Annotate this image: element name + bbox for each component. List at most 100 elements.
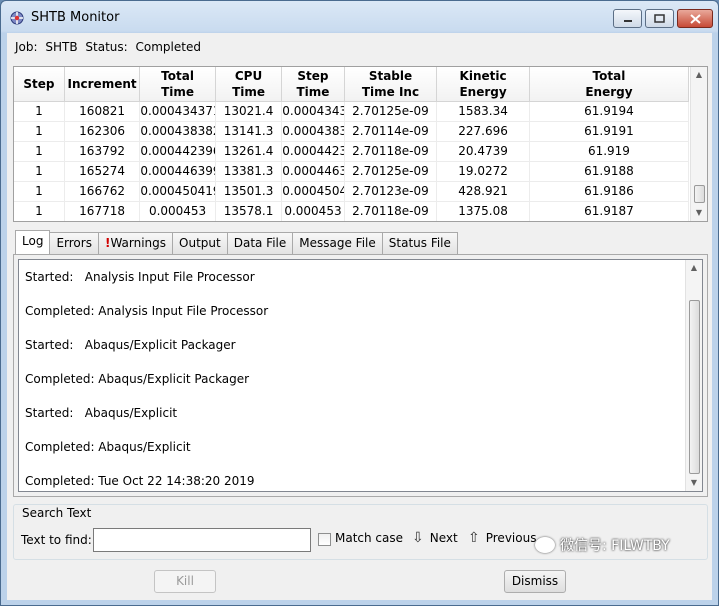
scroll-down-arrow-icon[interactable]: ▼ xyxy=(691,205,707,221)
status-label: Status: xyxy=(85,40,128,54)
match-case-label[interactable]: Match case xyxy=(335,531,403,545)
cell-step-time: 0.000434371 xyxy=(281,101,345,122)
log-panel: Started: Analysis Input File Processor C… xyxy=(13,254,708,497)
scroll-up-arrow-icon[interactable]: ▲ xyxy=(691,67,707,83)
column-header[interactable]: Kinetic Energy xyxy=(436,67,530,102)
cell-step: 1 xyxy=(14,121,65,142)
text-to-find-input[interactable] xyxy=(93,528,311,552)
log-line: Started: Analysis Input File Processor xyxy=(25,270,255,284)
cell-step-time: 0.000442396 xyxy=(281,141,345,162)
title-bar[interactable]: SHTB Monitor xyxy=(1,1,718,33)
table-row[interactable]: 1 166762 0.000450419 13501.3 0.000450419… xyxy=(14,181,690,202)
tab-log-label: Log xyxy=(22,234,44,248)
text-to-find-label: Text to find: xyxy=(21,533,92,547)
cell-step: 1 xyxy=(14,161,65,182)
cell-cpu-time: 13261.4 xyxy=(215,141,283,162)
maximize-icon xyxy=(654,14,665,23)
minimize-button[interactable] xyxy=(613,9,642,28)
increment-table[interactable]: Step Increment Total Time CPU Time Step Tim… xyxy=(13,66,708,222)
tab-output[interactable]: Output xyxy=(172,232,228,254)
tab-errors[interactable]: Errors xyxy=(49,232,99,254)
cell-stable-time-inc: 2.70123e-09 xyxy=(344,181,438,202)
column-header[interactable]: Step Time xyxy=(281,67,345,102)
window-title: SHTB Monitor xyxy=(31,10,120,25)
column-header[interactable]: Stable Time Inc xyxy=(344,67,438,102)
cell-stable-time-inc: 2.70118e-09 xyxy=(344,201,438,221)
table-row[interactable]: 1 167718 0.000453 13578.1 0.000453 2.701… xyxy=(14,201,690,221)
column-header[interactable]: Step xyxy=(14,67,65,102)
table-row[interactable]: 1 162306 0.000438382 13141.3 0.000438382… xyxy=(14,121,690,142)
cell-step-time: 0.000450419 xyxy=(281,181,345,202)
wechat-icon xyxy=(535,537,555,553)
column-header[interactable]: CPU Time xyxy=(215,67,283,102)
monitor-window: SHTB Monitor Job: SHTB Status: Completed xyxy=(0,0,719,606)
tab-warnings-label: Warnings xyxy=(110,236,167,250)
cell-step-time: 0.000438382 xyxy=(281,121,345,142)
tab-message-file[interactable]: Message File xyxy=(292,232,383,254)
job-label: Job: xyxy=(15,40,38,54)
previous-button[interactable]: ⇧ Previous xyxy=(468,530,536,546)
tab-log[interactable]: Log xyxy=(15,230,51,254)
tab-data-file-label: Data File xyxy=(233,236,287,250)
tab-data-file[interactable]: Data File xyxy=(226,232,294,254)
previous-label: Previous xyxy=(485,531,537,545)
match-case-checkbox[interactable] xyxy=(318,533,331,546)
cell-total-time: 0.000446399 xyxy=(139,161,216,182)
cell-cpu-time: 13578.1 xyxy=(215,201,283,221)
cell-increment: 165274 xyxy=(64,161,141,182)
next-label: Next xyxy=(429,531,458,545)
tab-status-file-label: Status File xyxy=(388,236,451,250)
cell-kinetic-energy: 227.696 xyxy=(436,121,530,142)
table-scrollbar[interactable]: ▲ ▼ xyxy=(690,67,707,221)
arrow-up-icon: ⇧ xyxy=(468,530,480,546)
arrow-down-icon: ⇩ xyxy=(412,530,424,546)
watermark-overlay: 微信号: FILWTBY xyxy=(535,535,670,555)
client-area: Job: SHTB Status: Completed Step Increme… xyxy=(7,33,712,600)
column-header[interactable]: Increment xyxy=(64,67,141,102)
next-button[interactable]: ⇩ Next xyxy=(412,530,458,546)
log-line: Completed: Abaqus/Explicit Packager xyxy=(25,372,250,386)
cell-stable-time-inc: 2.70114e-09 xyxy=(344,121,438,142)
cell-cpu-time: 13501.3 xyxy=(215,181,283,202)
scroll-down-arrow-icon[interactable]: ▼ xyxy=(686,475,702,491)
cell-total-energy: 61.9186 xyxy=(529,181,690,202)
log-line: Completed: Tue Oct 22 14:38:20 2019 xyxy=(25,474,255,488)
tab-message-file-label: Message File xyxy=(299,236,376,250)
cell-increment: 166762 xyxy=(64,181,141,202)
cell-kinetic-energy: 20.4739 xyxy=(436,141,530,162)
cell-stable-time-inc: 2.70125e-09 xyxy=(344,101,438,122)
log-line: Started: Abaqus/Explicit Packager xyxy=(25,338,236,352)
table-row[interactable]: 1 160821 0.000434371 13021.4 0.000434371… xyxy=(14,101,690,122)
dismiss-button[interactable]: Dismiss xyxy=(504,570,566,593)
log-line: Started: Abaqus/Explicit xyxy=(25,406,178,420)
log-line: Completed: Abaqus/Explicit xyxy=(25,440,191,454)
tab-warnings[interactable]: !Warnings xyxy=(97,232,174,254)
cell-total-time: 0.000438382 xyxy=(139,121,216,142)
table-row[interactable]: 1 165274 0.000446399 13381.3 0.000446399… xyxy=(14,161,690,182)
cell-kinetic-energy: 428.921 xyxy=(436,181,530,202)
cell-increment: 163792 xyxy=(64,141,141,162)
cell-kinetic-energy: 1375.08 xyxy=(436,201,530,221)
scroll-thumb[interactable] xyxy=(694,185,705,203)
cell-increment: 160821 xyxy=(64,101,141,122)
column-header[interactable]: Total Energy xyxy=(529,67,690,102)
scroll-thumb[interactable] xyxy=(689,300,700,474)
cell-total-energy: 61.919 xyxy=(529,141,690,162)
log-scrollbar[interactable]: ▲ ▼ xyxy=(685,260,702,491)
cell-step: 1 xyxy=(14,141,65,162)
tab-output-label: Output xyxy=(179,236,221,250)
cell-cpu-time: 13021.4 xyxy=(215,101,283,122)
watermark-text: 微信号: FILWTBY xyxy=(560,538,670,554)
close-button[interactable] xyxy=(677,9,713,28)
table-row[interactable]: 1 163792 0.000442396 13261.4 0.000442396… xyxy=(14,141,690,162)
tab-status-file[interactable]: Status File xyxy=(381,232,458,254)
close-icon xyxy=(689,13,701,24)
log-text-area[interactable]: Started: Analysis Input File Processor C… xyxy=(18,259,703,492)
cell-step: 1 xyxy=(14,181,65,202)
kill-button[interactable]: Kill xyxy=(154,570,216,593)
cell-step: 1 xyxy=(14,101,65,122)
column-header[interactable]: Total Time xyxy=(139,67,216,102)
search-group-label: Search Text xyxy=(19,506,95,520)
scroll-up-arrow-icon[interactable]: ▲ xyxy=(686,260,702,276)
maximize-button[interactable] xyxy=(645,9,674,28)
